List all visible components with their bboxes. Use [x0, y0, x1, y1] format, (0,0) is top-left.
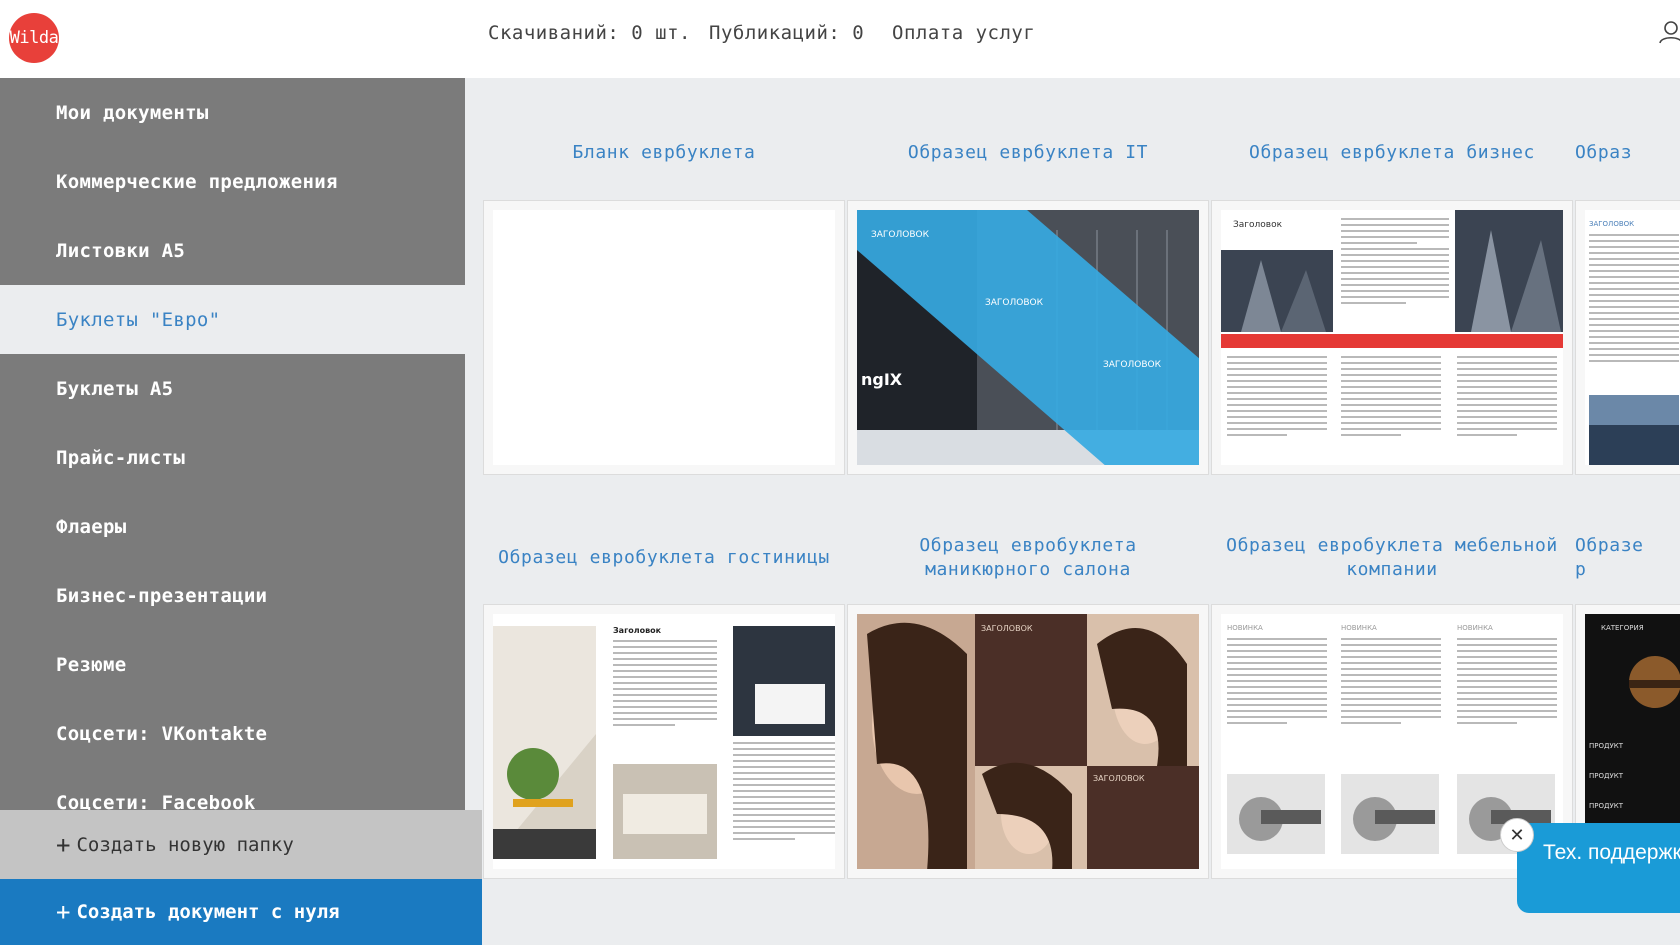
partial-product-3: ПРОДУКТ — [1589, 802, 1623, 810]
partial-preview-1: ЗАГОЛОВОК — [1585, 210, 1680, 465]
sidebar-item-leaflets-a5[interactable]: Листовки А5 — [0, 216, 465, 285]
hotel-text-block — [613, 640, 717, 730]
template-title-partial-1[interactable]: Образ — [1575, 141, 1680, 165]
it-preview: ЗАГОЛОВОК ЗАГОЛОВОК ЗАГОЛОВОК ngIX — [857, 210, 1199, 465]
sidebar-item-price-lists[interactable]: Прайс-листы — [0, 423, 465, 492]
template-thumb-business[interactable]: Заголовок — [1211, 200, 1573, 475]
furniture-heading-2: НОВИНКА — [1341, 624, 1377, 632]
sidebar: Мои документы Коммерческие предложения Л… — [0, 78, 465, 810]
template-title-it[interactable]: Образец еврбуклета IT — [847, 141, 1209, 165]
sidebar-item-my-documents[interactable]: Мои документы — [0, 78, 465, 147]
partial-product-1: ПРОДУКТ — [1589, 742, 1623, 750]
partial-heading-1: ЗАГОЛОВОК — [1589, 220, 1635, 228]
sidebar-item-business-presentations[interactable]: Бизнес-презентации — [0, 561, 465, 630]
business-col-1 — [1227, 356, 1327, 440]
manicure-preview-image — [857, 614, 1199, 869]
tech-support-button[interactable]: Тех. поддержка — [1517, 823, 1680, 913]
sidebar-item-commercial-offers[interactable]: Коммерческие предложения — [0, 147, 465, 216]
sidebar-item-vkontakte[interactable]: Соцсети: VKontakte — [0, 699, 465, 768]
partial-column: Образ ЗАГОЛОВОК Образе р КАТЕГОРИЯ ПРОДУ… — [1572, 0, 1680, 945]
business-heading: Заголовок — [1233, 220, 1283, 230]
payment-link[interactable]: Оплата услуг — [892, 22, 1035, 44]
create-document-label: Создать документ с нуля — [76, 901, 340, 923]
template-title-manicure[interactable]: Образец евробуклета маникюрного салона — [847, 534, 1209, 582]
partial-product-2: ПРОДУКТ — [1589, 772, 1623, 780]
template-title-hotel[interactable]: Образец евробуклета гостиницы — [483, 546, 845, 570]
create-folder-button[interactable]: + Создать новую папку — [0, 810, 482, 879]
template-thumb-hotel[interactable]: Заголовок — [483, 604, 845, 879]
business-col-3 — [1457, 356, 1557, 440]
manicure-preview: ЗАГОЛОВОК ЗАГОЛОВОК — [857, 614, 1199, 869]
template-title-business[interactable]: Образец еврбуклета бизнес — [1211, 141, 1573, 165]
sidebar-item-euro-booklets[interactable]: Буклеты "Евро" — [0, 285, 465, 354]
furniture-heading-1: НОВИНКА — [1227, 624, 1263, 632]
it-preview-image — [857, 210, 1199, 465]
template-title-partial-2[interactable]: Образе р — [1575, 534, 1680, 582]
partial-image-1 — [1589, 395, 1679, 465]
sidebar-item-flyers[interactable]: Флаеры — [0, 492, 465, 561]
hotel-heading: Заголовок — [613, 626, 662, 635]
plus-icon: + — [56, 898, 71, 926]
hotel-text-block-2 — [733, 742, 835, 844]
template-thumb-blank[interactable] — [483, 200, 845, 475]
furniture-col-1 — [1227, 638, 1327, 728]
template-title-blank[interactable]: Бланк еврбуклета — [483, 141, 845, 165]
create-document-button[interactable]: + Создать документ с нуля — [0, 879, 482, 945]
hotel-preview: Заголовок — [493, 614, 835, 869]
template-thumb-manicure[interactable]: ЗАГОЛОВОК ЗАГОЛОВОК — [847, 604, 1209, 879]
partial-category: КАТЕГОРИЯ — [1601, 624, 1644, 632]
it-heading-2: ЗАГОЛОВОК — [985, 298, 1043, 308]
furniture-col-3 — [1457, 638, 1557, 728]
it-brand: ngIX — [861, 370, 903, 389]
furniture-heading-3: НОВИНКА — [1457, 624, 1493, 632]
create-folder-label: Создать новую папку — [76, 833, 294, 856]
template-title-furniture[interactable]: Образец евробуклета мебельной компании — [1211, 534, 1573, 582]
wilda-logo[interactable]: Wilda — [9, 13, 59, 63]
plus-icon: + — [56, 830, 71, 859]
partial-text-1 — [1589, 234, 1679, 366]
template-thumb-partial-1[interactable]: ЗАГОЛОВОК — [1575, 200, 1680, 475]
close-icon[interactable]: ✕ — [1500, 818, 1534, 852]
it-heading-3: ЗАГОЛОВОК — [1103, 360, 1161, 370]
publications-counter[interactable]: Публикаций: 0 — [709, 22, 864, 44]
top-header: Wilda Скачиваний: 0 шт. Публикаций: 0 Оп… — [0, 0, 1680, 78]
business-col-2 — [1341, 356, 1441, 440]
sidebar-item-booklets-a5[interactable]: Буклеты А5 — [0, 354, 465, 423]
furniture-col-2 — [1341, 638, 1441, 728]
downloads-counter[interactable]: Скачиваний: 0 шт. — [488, 22, 691, 44]
it-heading-1: ЗАГОЛОВОК — [871, 230, 929, 240]
partial-food-image — [1629, 656, 1680, 708]
sidebar-item-facebook[interactable]: Соцсети: Facebook — [0, 768, 465, 811]
blank-page — [493, 210, 835, 465]
business-text-block — [1341, 218, 1449, 308]
business-preview: Заголовок — [1221, 210, 1563, 465]
template-thumb-it[interactable]: ЗАГОЛОВОК ЗАГОЛОВОК ЗАГОЛОВОК ngIX — [847, 200, 1209, 475]
sidebar-item-resume[interactable]: Резюме — [0, 630, 465, 699]
manicure-heading-2: ЗАГОЛОВОК — [1093, 774, 1145, 783]
manicure-heading-1: ЗАГОЛОВОК — [981, 624, 1033, 633]
